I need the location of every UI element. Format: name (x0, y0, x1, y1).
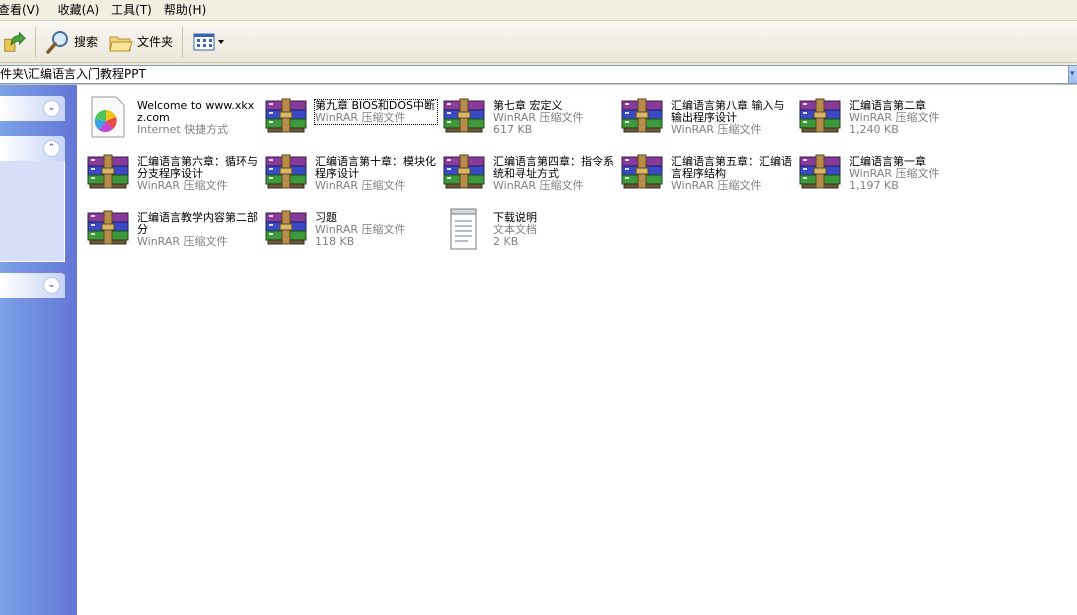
file-item[interactable]: 汇编语言第十章：模块化程序设计 WinRAR 压缩文件 (259, 145, 437, 197)
file-size: 617 KB (493, 123, 533, 136)
menu-favorites[interactable]: 收藏(A) (54, 1, 108, 20)
address-input[interactable]: 件夹\汇编语言入门教程PPT (0, 65, 1069, 84)
folders-label: 文件夹 (137, 35, 174, 49)
menu-tools[interactable]: 工具(T) (107, 1, 160, 20)
file-label: 第九章 BIOS和DOS中断 WinRAR 压缩文件 (314, 99, 438, 125)
winrar-archive-icon (264, 95, 308, 139)
file-item[interactable]: 第九章 BIOS和DOS中断 WinRAR 压缩文件 (259, 89, 438, 141)
file-label: 第七章 宏定义 WinRAR 压缩文件 617 KB (493, 100, 615, 136)
toolbar-separator (182, 26, 184, 57)
file-type: WinRAR 压缩文件 (671, 179, 762, 192)
file-item[interactable]: 汇编语言第四章：指令系统和寻址方式 WinRAR 压缩文件 (437, 145, 615, 197)
toolbar: 搜索 文件夹 (0, 21, 1077, 63)
file-name: 汇编语言第五章：汇编语言程序结构 (671, 155, 792, 180)
file-label: 习题 WinRAR 压缩文件 118 KB (315, 212, 437, 248)
file-label: 下载说明 文本文档 2 KB (493, 212, 615, 248)
file-name: 汇编语言第十章：模块化程序设计 (315, 155, 436, 180)
task-pane: ⌄ ⌃ ⌄ (0, 85, 77, 615)
file-item[interactable]: 习题 WinRAR 压缩文件 118 KB (259, 201, 437, 253)
address-dropdown-button[interactable]: ▾ (1069, 65, 1077, 84)
file-label: 汇编语言第十章：模块化程序设计 WinRAR 压缩文件 (315, 156, 437, 192)
file-label: 汇编语言教学内容第二部分 WinRAR 压缩文件 (137, 212, 259, 248)
file-name: Welcome to www.xkxz.com (137, 99, 255, 124)
menu-help[interactable]: 帮助(H) (160, 1, 214, 20)
file-item[interactable]: 第七章 宏定义 WinRAR 压缩文件 617 KB (437, 89, 615, 141)
expand-icon[interactable]: ⌄ (43, 100, 60, 117)
winrar-archive-icon (798, 151, 842, 195)
file-type: WinRAR 压缩文件 (137, 235, 228, 248)
file-label: 汇编语言第二章 WinRAR 压缩文件 1,240 KB (849, 100, 971, 136)
views-icon (193, 33, 215, 50)
task-pane-body (0, 161, 65, 262)
chevron-down-icon: ▾ (1070, 69, 1075, 79)
folders-icon (109, 36, 133, 51)
file-size: 1,197 KB (849, 179, 899, 192)
winrar-archive-icon (264, 151, 308, 195)
search-label: 搜索 (74, 35, 99, 49)
file-name: 汇编语言第八章 输入与输出程序设计 (671, 99, 785, 124)
internet-shortcut-icon (86, 95, 130, 139)
file-name: 汇编语言教学内容第二部分 (137, 211, 258, 236)
toolbar-separator (35, 26, 36, 57)
file-item[interactable]: 汇编语言第六章：循环与分支程序设计 WinRAR 压缩文件 (81, 145, 259, 197)
file-item[interactable]: Welcome to www.xkxz.com Internet 快捷方式 (81, 89, 259, 141)
expand-icon[interactable]: ⌄ (43, 277, 60, 294)
search-button[interactable]: 搜索 (40, 26, 103, 58)
file-label: Welcome to www.xkxz.com Internet 快捷方式 (137, 100, 259, 136)
winrar-archive-icon (264, 207, 308, 251)
file-size: 118 KB (315, 235, 355, 248)
file-list: Welcome to www.xkxz.com Internet 快捷方式 第九章 … (77, 85, 1077, 615)
menu-bar: 查看(V) 收藏(A) 工具(T) 帮助(H) (0, 0, 1077, 21)
file-label: 汇编语言第八章 输入与输出程序设计 WinRAR 压缩文件 (671, 100, 793, 136)
file-type: WinRAR 压缩文件 (315, 179, 406, 192)
file-name: 汇编语言第四章：指令系统和寻址方式 (493, 155, 614, 180)
file-size: 1,240 KB (849, 123, 899, 136)
winrar-archive-icon (442, 151, 486, 195)
search-icon (46, 30, 68, 54)
file-label: 汇编语言第四章：指令系统和寻址方式 WinRAR 压缩文件 (493, 156, 615, 192)
winrar-archive-icon (86, 207, 130, 251)
winrar-archive-icon (86, 151, 130, 195)
file-item[interactable]: 下载说明 文本文档 2 KB (437, 201, 615, 253)
file-item[interactable]: 汇编语言第八章 输入与输出程序设计 WinRAR 压缩文件 (615, 89, 793, 141)
task-pane-header[interactable]: ⌄ (0, 96, 65, 121)
collapse-icon[interactable]: ⌃ (43, 140, 60, 157)
file-name: 汇编语言第六章：循环与分支程序设计 (137, 155, 258, 180)
dropdown-arrow-icon (218, 39, 225, 44)
winrar-archive-icon (620, 151, 664, 195)
views-button[interactable] (187, 26, 229, 58)
folders-button[interactable]: 文件夹 (103, 26, 178, 58)
winrar-archive-icon (442, 95, 486, 139)
file-type: WinRAR 压缩文件 (671, 123, 762, 136)
file-label: 汇编语言第六章：循环与分支程序设计 WinRAR 压缩文件 (137, 156, 259, 192)
task-pane-header[interactable]: ⌄ (0, 273, 65, 298)
file-item[interactable]: 汇编语言第五章：汇编语言程序结构 WinRAR 压缩文件 (615, 145, 793, 197)
file-label: 汇编语言第一章 WinRAR 压缩文件 1,197 KB (849, 156, 971, 192)
up-folder-button[interactable] (0, 26, 31, 58)
file-size: 2 KB (493, 235, 519, 248)
text-document-icon (442, 207, 486, 251)
winrar-archive-icon (620, 95, 664, 139)
up-folder-icon (4, 31, 26, 52)
winrar-archive-icon (798, 95, 842, 139)
file-label: 汇编语言第五章：汇编语言程序结构 WinRAR 压缩文件 (671, 156, 793, 192)
menu-view[interactable]: 查看(V) (0, 1, 54, 20)
file-type: Internet 快捷方式 (137, 123, 229, 136)
file-item[interactable]: 汇编语言第一章 WinRAR 压缩文件 1,197 KB (793, 145, 971, 197)
file-type: WinRAR 压缩文件 (137, 179, 228, 192)
file-type: WinRAR 压缩文件 (493, 179, 584, 192)
address-bar: 件夹\汇编语言入门教程PPT ▾ (0, 63, 1077, 85)
file-type: WinRAR 压缩文件 (315, 111, 406, 124)
file-item[interactable]: 汇编语言第二章 WinRAR 压缩文件 1,240 KB (793, 89, 971, 141)
file-item[interactable]: 汇编语言教学内容第二部分 WinRAR 压缩文件 (81, 201, 259, 253)
task-pane-header[interactable]: ⌃ (0, 136, 65, 161)
